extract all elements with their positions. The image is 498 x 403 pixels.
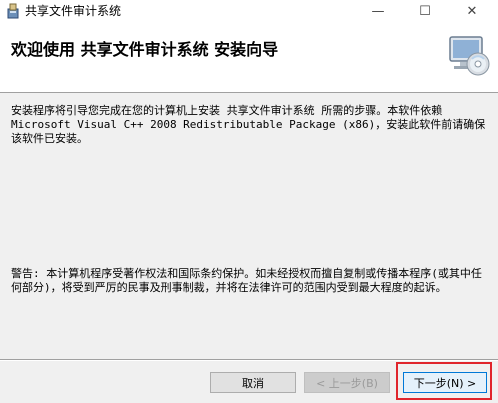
maximize-button[interactable]: ☐ [405, 0, 445, 22]
divider [0, 359, 498, 361]
minimize-button[interactable]: — [358, 0, 398, 22]
title-bar: 共享文件审计系统 — ☐ ✕ [0, 0, 498, 22]
next-button[interactable]: 下一步(N) > [403, 372, 487, 393]
installer-app-icon [5, 3, 21, 19]
back-button[interactable]: < 上一步(B) [304, 372, 390, 393]
content-area: 安装程序将引导您完成在您的计算机上安装 共享文件审计系统 所需的步骤。本软件依赖… [0, 93, 498, 357]
copyright-warning: 警告: 本计算机程序受著作权法和国际条约保护。如未经授权而擅自复制或传播本程序(… [11, 267, 482, 294]
computer-cd-icon [444, 31, 492, 79]
installer-window: 共享文件审计系统 — ☐ ✕ 欢迎使用 共享文件审计系统 安装向导 安装程序将引… [0, 0, 498, 403]
header-banner: 欢迎使用 共享文件审计系统 安装向导 [0, 22, 498, 93]
cancel-button[interactable]: 取消 [210, 372, 296, 393]
window-title: 共享文件审计系统 [25, 4, 122, 18]
intro-text: 安装程序将引导您完成在您的计算机上安装 共享文件审计系统 所需的步骤。本软件依赖… [11, 104, 486, 145]
close-button[interactable]: ✕ [452, 0, 492, 22]
page-title: 欢迎使用 共享文件审计系统 安装向导 [11, 40, 279, 59]
